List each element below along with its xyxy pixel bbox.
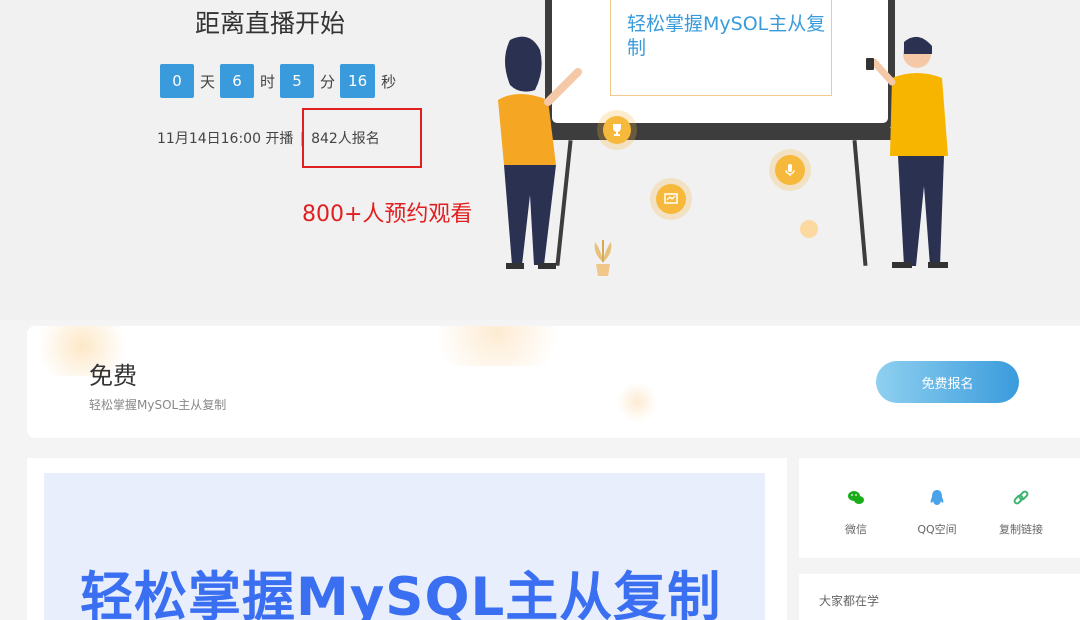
annotation-text: 800+人预约观看 [302, 202, 473, 227]
countdown: 0 天 6 时 5 分 16 秒 [160, 64, 401, 98]
woman-figure [498, 36, 582, 269]
countdown-hours-unit: 时 [260, 72, 276, 91]
decor-glow [617, 382, 657, 422]
countdown-title: 距离直播开始 [195, 9, 346, 38]
link-icon [1013, 490, 1029, 505]
course-main-card: 轻松掌握MySQL主从复制 [27, 458, 787, 620]
board-title: 轻松掌握MySOL主从复制 [627, 13, 826, 59]
share-wechat[interactable]: 微信 [821, 488, 891, 537]
chart-icon [656, 184, 686, 214]
share-qzone-label: QQ空间 [917, 523, 957, 536]
countdown-days-value: 0 [160, 64, 194, 98]
countdown-minutes-value: 5 [280, 64, 315, 98]
course-subtitle: 轻松掌握MySOL主从复制 [89, 398, 227, 412]
plant-icon [594, 240, 612, 276]
start-time: 11月14日16:00 开播 [157, 131, 294, 147]
microphone-icon [775, 155, 805, 185]
trophy-icon [603, 116, 631, 144]
decor-glow [417, 326, 577, 366]
popular-courses-panel: 大家都在学 [799, 574, 1080, 620]
highlight-box [302, 108, 422, 168]
countdown-seconds-unit: 秒 [381, 72, 397, 91]
popular-courses-title: 大家都在学 [819, 594, 880, 608]
share-panel: 微信 QQ空间 复制链接 [799, 458, 1080, 558]
qq-icon [930, 490, 944, 505]
countdown-seconds-value: 16 [340, 64, 376, 98]
share-copy-link[interactable]: 复制链接 [986, 488, 1056, 537]
hero-section: 距离直播开始 0 天 6 时 5 分 16 秒 11月14日16:00 开播 |… [0, 0, 1080, 320]
decor-dot [800, 220, 818, 238]
countdown-minutes-unit: 分 [320, 72, 336, 91]
share-copy-link-label: 复制链接 [999, 523, 1043, 536]
price-label: 免费 [89, 362, 137, 390]
wechat-icon [848, 491, 864, 504]
share-wechat-label: 微信 [845, 523, 867, 536]
board-card: 轻松掌握MySOL主从复制 [610, 0, 832, 96]
man-figure [866, 36, 948, 268]
free-signup-button[interactable]: 免费报名 [876, 361, 1019, 403]
share-qzone[interactable]: QQ空间 [902, 488, 972, 537]
countdown-days-unit: 天 [200, 72, 216, 91]
free-signup-card: 免费 轻松掌握MySOL主从复制 免费报名 [27, 326, 1080, 438]
course-banner: 轻松掌握MySQL主从复制 [44, 473, 765, 620]
banner-title: 轻松掌握MySQL主从复制 [80, 567, 722, 620]
countdown-hours-value: 6 [220, 64, 255, 98]
board-base [537, 128, 901, 140]
